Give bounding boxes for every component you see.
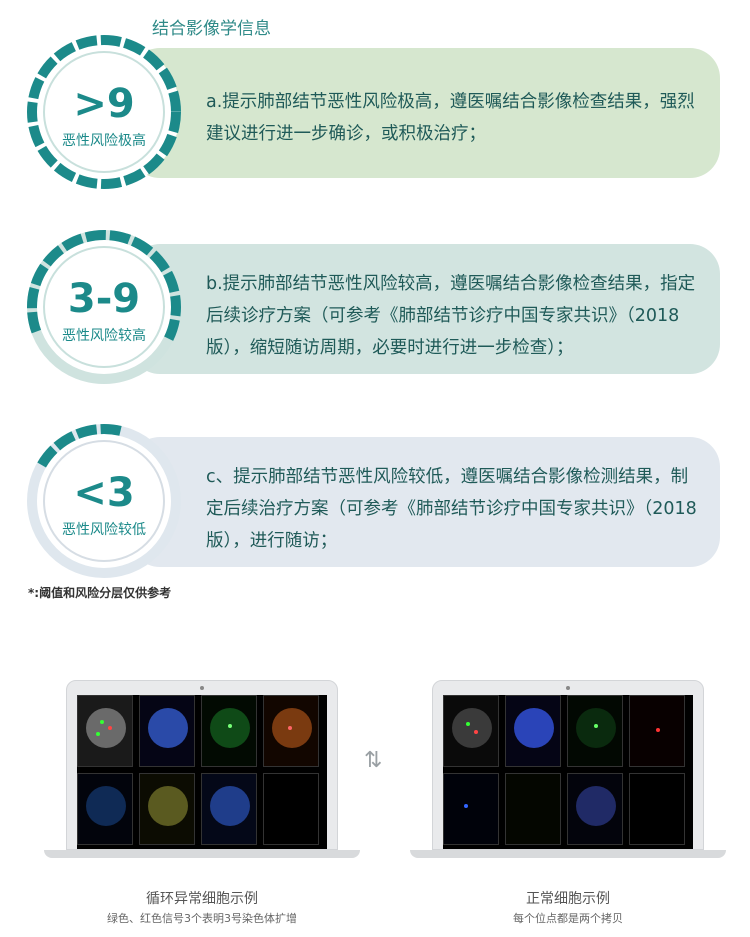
signal-dot [474, 730, 478, 734]
cell-image [443, 773, 499, 845]
cell-nucleus [148, 786, 188, 826]
cell-image [77, 773, 133, 845]
cell-image [629, 695, 685, 767]
signal-dot [288, 726, 292, 730]
risk-description: a.提示肺部结节恶性风险极高，遵医嘱结合影像检查结果，强烈建议进行进一步确诊，或… [206, 92, 695, 144]
laptop-lid [432, 680, 704, 850]
risk-card-very-high: a.提示肺部结节恶性风险极高，遵医嘱结合影像检查结果，强烈建议进行进一步确诊，或… [130, 48, 720, 178]
camera-dot [566, 686, 570, 690]
normal-cell-laptop [410, 660, 726, 865]
risk-badge-low: <3 恶性风险较低 [22, 419, 186, 583]
signal-dot [228, 724, 232, 728]
cell-image [201, 695, 257, 767]
microscopy-screen [443, 695, 693, 849]
signal-dot [96, 732, 100, 736]
cell-nucleus [576, 708, 616, 748]
cell-image [443, 695, 499, 767]
left-caption-title: 循环异常细胞示例 [146, 891, 258, 907]
signal-dot [594, 724, 598, 728]
cell-image [263, 695, 319, 767]
left-caption-subtitle: 绿色、红色信号3个表明3号染色体扩增 [107, 912, 297, 925]
risk-score: >9 [73, 81, 135, 127]
risk-label: 恶性风险极高 [62, 133, 146, 149]
cell-nucleus [148, 708, 188, 748]
cell-image [263, 773, 319, 845]
cell-nucleus [86, 786, 126, 826]
cell-image [505, 773, 561, 845]
cell-image [139, 695, 195, 767]
camera-dot [200, 686, 204, 690]
signal-dot [464, 804, 468, 808]
cell-image [139, 773, 195, 845]
signal-dot [100, 720, 104, 724]
laptop-base [410, 850, 726, 858]
laptop-lid [66, 680, 338, 850]
cell-nucleus [452, 708, 492, 748]
cell-image [201, 773, 257, 845]
microscopy-screen [77, 695, 327, 849]
risk-description: b.提示肺部结节恶性风险较高，遵医嘱结合影像检查结果，指定后续诊疗方案（可参考《… [206, 274, 696, 358]
risk-score: 3-9 [67, 276, 141, 322]
signal-dot [656, 728, 660, 732]
swap-arrows-icon: ⇅ [364, 748, 383, 773]
risk-badge-high: 3-9 恶性风险较高 [22, 225, 186, 389]
right-caption-subtitle: 每个位点都是两个拷贝 [513, 912, 623, 925]
risk-label: 恶性风险较高 [62, 328, 146, 344]
right-caption-title: 正常细胞示例 [526, 891, 610, 907]
footnote: *:阈值和风险分层仅供参考 [28, 586, 172, 600]
signal-dot [108, 726, 112, 730]
cell-image [567, 773, 623, 845]
risk-score: <3 [73, 470, 135, 516]
risk-description: c、提示肺部结节恶性风险较低，遵医嘱结合影像检测结果，制定后续治疗方案（可参考《… [206, 467, 697, 551]
cell-nucleus [210, 786, 250, 826]
abnormal-cell-laptop [44, 660, 360, 865]
cell-image [629, 773, 685, 845]
cell-image [567, 695, 623, 767]
cell-nucleus [86, 708, 126, 748]
risk-card-high: b.提示肺部结节恶性风险较高，遵医嘱结合影像检查结果，指定后续诊疗方案（可参考《… [130, 244, 720, 374]
cell-nucleus [272, 708, 312, 748]
risk-badge-very-high: >9 恶性风险极高 [22, 30, 186, 194]
risk-label: 恶性风险较低 [62, 522, 146, 538]
cell-image [77, 695, 133, 767]
signal-dot [466, 722, 470, 726]
cell-nucleus [514, 708, 554, 748]
laptop-base [44, 850, 360, 858]
cell-nucleus [210, 708, 250, 748]
risk-card-low: c、提示肺部结节恶性风险较低，遵医嘱结合影像检测结果，制定后续治疗方案（可参考《… [130, 437, 720, 567]
cell-nucleus [576, 786, 616, 826]
cell-image [505, 695, 561, 767]
